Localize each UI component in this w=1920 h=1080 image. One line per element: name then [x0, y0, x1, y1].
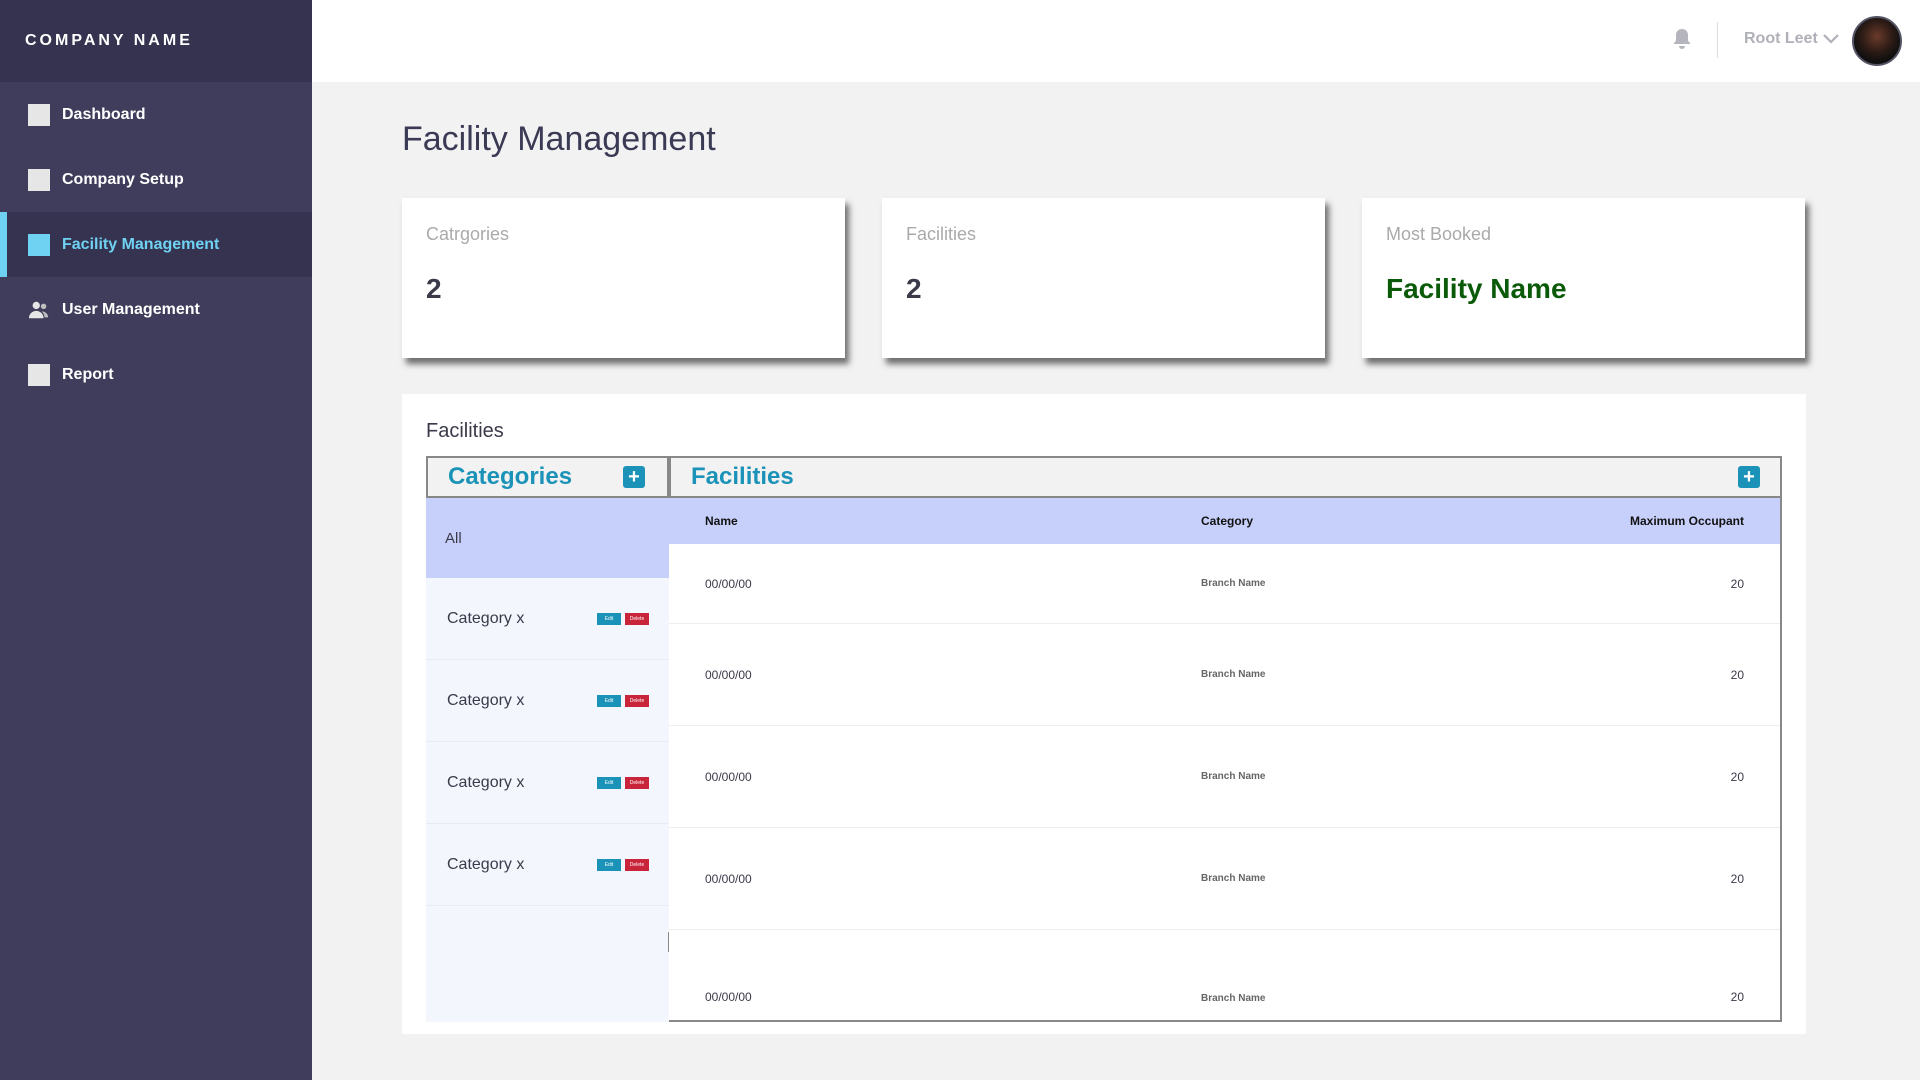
- topbar: Root Leet: [312, 0, 1920, 82]
- column-header-max-occupant[interactable]: Maximum Occupant: [1544, 514, 1744, 528]
- facilities-title: Facilities: [691, 463, 794, 490]
- edit-button[interactable]: Edit: [597, 612, 621, 625]
- list-item[interactable]: Category x Edit Delete: [426, 578, 669, 660]
- plus-icon: +: [628, 466, 640, 488]
- bell-icon[interactable]: [1672, 28, 1692, 50]
- stat-value: 2: [426, 273, 442, 304]
- cell-name: 00/00/00: [705, 990, 752, 1004]
- sidebar: COMPANY NAME Dashboard Company Setup Fac…: [0, 0, 312, 1080]
- company-name: COMPANY NAME: [0, 0, 312, 82]
- cell-category: Branch Name: [1201, 578, 1266, 589]
- user-name[interactable]: Root Leet: [1744, 30, 1818, 48]
- add-category-button[interactable]: +: [623, 466, 645, 488]
- edit-button[interactable]: Edit: [597, 694, 621, 707]
- add-facility-button[interactable]: +: [1738, 466, 1760, 488]
- square-icon: [28, 103, 50, 126]
- chevron-down-icon[interactable]: [1822, 30, 1840, 48]
- delete-button[interactable]: Delete: [625, 612, 649, 625]
- table-header: Name Category Maximum Occupant: [669, 498, 1780, 544]
- cell-max-occupant: 20: [1730, 990, 1744, 1004]
- stat-label: Facilities: [906, 224, 977, 244]
- facilities-table: Name Category Maximum Occupant 00/00/00 …: [669, 498, 1782, 1022]
- cell-max-occupant: 20: [1730, 769, 1744, 784]
- cell-category: Branch Name: [1201, 771, 1266, 782]
- sidebar-item-facility-management[interactable]: Facility Management: [0, 212, 312, 277]
- table-row[interactable]: 00/00/00 Branch Name 20: [669, 544, 1780, 624]
- list-item[interactable]: Category x Edit Delete: [426, 824, 669, 906]
- stat-label: Most Booked: [1386, 224, 1492, 244]
- cell-max-occupant: 20: [1730, 871, 1744, 886]
- cell-name: 00/00/00: [705, 576, 752, 591]
- list-item[interactable]: Category x Edit Delete: [426, 742, 669, 824]
- cell-max-occupant: 20: [1730, 576, 1744, 591]
- category-actions: Edit Delete: [597, 776, 649, 789]
- category-name: Category x: [447, 691, 525, 709]
- table-row[interactable]: 00/00/00 Branch Name 20: [669, 828, 1780, 930]
- category-name: Category x: [447, 855, 525, 873]
- topbar-divider: [1717, 22, 1718, 58]
- category-name: Category x: [447, 609, 525, 627]
- stat-value: Facility Name: [1386, 273, 1567, 304]
- cell-category: Branch Name: [1201, 669, 1266, 680]
- page-title: Facility Management: [402, 120, 716, 158]
- category-name: Category x: [447, 773, 525, 791]
- categories-title: Categories: [448, 463, 573, 490]
- edit-button[interactable]: Edit: [597, 858, 621, 871]
- user-group-icon: [28, 299, 50, 321]
- category-list: All Category x Edit Delete Category x Ed…: [426, 498, 669, 1022]
- delete-button[interactable]: Delete: [625, 776, 649, 789]
- sidebar-item-label: Dashboard: [62, 105, 146, 123]
- cell-name: 00/00/00: [705, 871, 752, 886]
- square-icon: [28, 363, 50, 386]
- sidebar-item-label: Company Setup: [62, 170, 184, 188]
- stat-label: Catrgories: [426, 224, 510, 244]
- stat-card-most-booked: Most Booked Facility Name: [1362, 198, 1805, 358]
- category-all[interactable]: All: [426, 498, 669, 578]
- list-item[interactable]: Category x Edit Delete: [426, 660, 669, 742]
- cell-category: Branch Name: [1201, 993, 1266, 1004]
- column-header-name[interactable]: Name: [705, 514, 1201, 528]
- edit-button[interactable]: Edit: [597, 776, 621, 789]
- panel-title: Facilities: [426, 420, 504, 442]
- sidebar-item-label: Report: [62, 365, 114, 383]
- sidebar-item-label: User Management: [62, 300, 200, 318]
- sidebar-nav: Dashboard Company Setup Facility Managem…: [0, 82, 312, 407]
- sidebar-item-company-setup[interactable]: Company Setup: [0, 147, 312, 212]
- sidebar-item-user-management[interactable]: User Management: [0, 277, 312, 342]
- cell-category: Branch Name: [1201, 873, 1266, 884]
- column-header-category[interactable]: Category: [1201, 514, 1544, 528]
- delete-button[interactable]: Delete: [625, 694, 649, 707]
- categories-header: Categories +: [426, 456, 669, 498]
- stat-card-facilities: Facilities 2: [882, 198, 1325, 358]
- table-body: 00/00/00 Branch Name 20 00/00/00 Branch …: [669, 544, 1780, 1022]
- table-row[interactable]: 00/00/00 Branch Name 20: [669, 624, 1780, 726]
- square-icon: [28, 168, 50, 191]
- facilities-header: Facilities +: [669, 456, 1782, 498]
- sidebar-item-label: Facility Management: [62, 235, 220, 253]
- delete-button[interactable]: Delete: [625, 858, 649, 871]
- cell-name: 00/00/00: [705, 667, 752, 682]
- category-actions: Edit Delete: [597, 612, 649, 625]
- cell-name: 00/00/00: [705, 769, 752, 784]
- stat-value: 2: [906, 273, 922, 304]
- stat-card-categories: Catrgories 2: [402, 198, 845, 358]
- category-actions: Edit Delete: [597, 858, 649, 871]
- divider: [668, 932, 669, 952]
- category-actions: Edit Delete: [597, 694, 649, 707]
- table-row[interactable]: 00/00/00 Branch Name 20: [669, 930, 1780, 1018]
- sidebar-item-report[interactable]: Report: [0, 342, 312, 407]
- square-icon: [28, 233, 50, 256]
- plus-icon: +: [1743, 466, 1755, 488]
- table-row[interactable]: 00/00/00 Branch Name 20: [669, 726, 1780, 828]
- facilities-panel: Facilities Categories + Facilities + All…: [402, 394, 1806, 1034]
- sidebar-item-dashboard[interactable]: Dashboard: [0, 82, 312, 147]
- cell-max-occupant: 20: [1730, 667, 1744, 682]
- avatar[interactable]: [1852, 16, 1902, 66]
